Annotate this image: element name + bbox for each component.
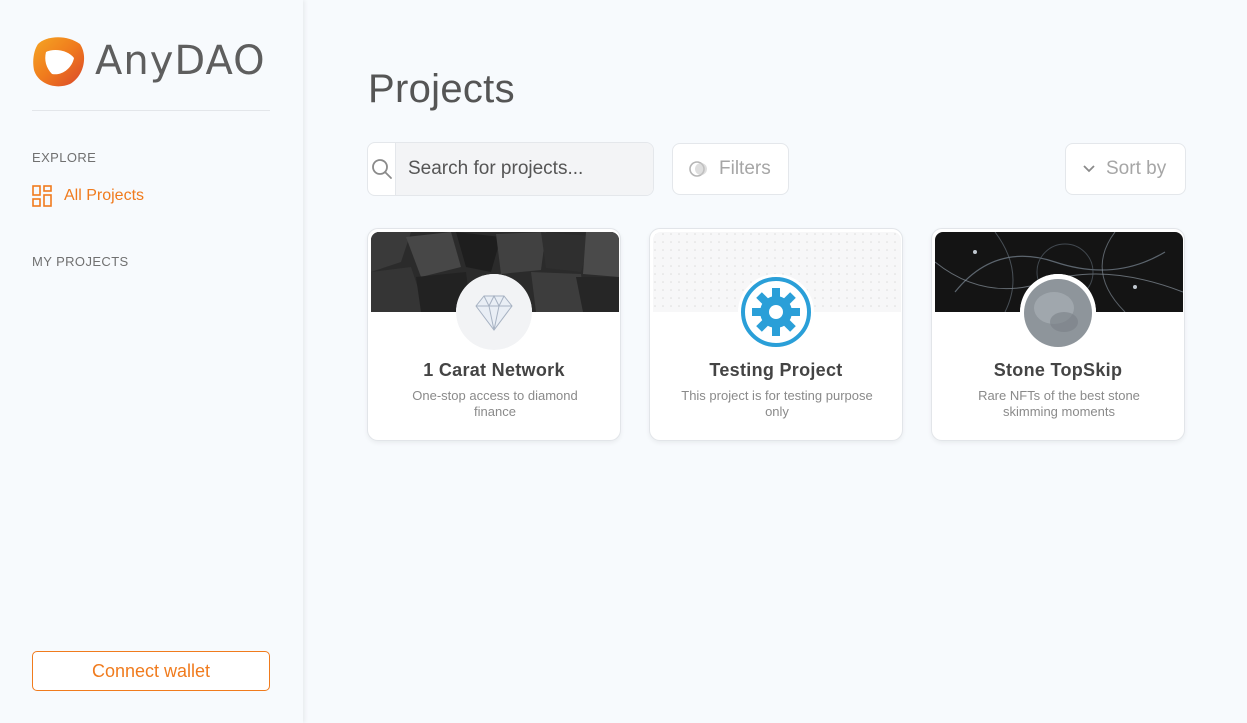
search-box (367, 142, 654, 196)
filters-label: Filters (719, 158, 771, 179)
logo[interactable]: AnyDAO (32, 34, 266, 88)
anydao-logo-icon (33, 37, 85, 87)
explore-section-label: EXPLORE (32, 150, 97, 165)
project-name: Testing Project (709, 360, 843, 380)
project-name: Stone TopSkip (993, 360, 1123, 380)
page-title: Projects (368, 67, 515, 111)
project-card[interactable]: Testing Project This project is for test… (649, 228, 903, 441)
project-description: Rare NFTs of the best stone skimming mom… (978, 388, 1140, 419)
sidebar: AnyDAO EXPLORE All Projects MY PROJECTS … (0, 0, 303, 723)
grid-icon (32, 185, 52, 207)
project-name: 1 Carat Network (423, 360, 565, 380)
connect-wallet-button[interactable]: Connect wallet (32, 651, 270, 691)
project-description: One-stop access to diamond finance (412, 388, 578, 419)
chevron-down-icon (1083, 165, 1095, 173)
stone-icon (1020, 274, 1096, 350)
sort-by-label: Sort by (1106, 158, 1167, 179)
filters-button[interactable]: Filters (672, 143, 789, 195)
search-icon-cell (368, 143, 396, 195)
search-input[interactable] (396, 143, 653, 195)
search-icon (371, 159, 392, 179)
sidebar-divider (32, 110, 270, 111)
diamond-icon (456, 274, 532, 350)
project-card[interactable]: 1 Carat Network One-stop access to diamo… (367, 228, 621, 441)
filter-icon (689, 161, 707, 177)
sort-by-button[interactable]: Sort by (1065, 143, 1186, 195)
gear-icon (738, 274, 814, 350)
project-card[interactable]: Stone TopSkip Rare NFTs of the best ston… (931, 228, 1185, 441)
brand-name: AnyDAO (95, 38, 266, 84)
sidebar-item-all-projects[interactable]: All Projects (32, 185, 144, 207)
project-description: This project is for testing purpose only (681, 388, 873, 419)
sidebar-item-label: All Projects (64, 187, 145, 204)
my-projects-section-label: MY PROJECTS (32, 254, 129, 269)
